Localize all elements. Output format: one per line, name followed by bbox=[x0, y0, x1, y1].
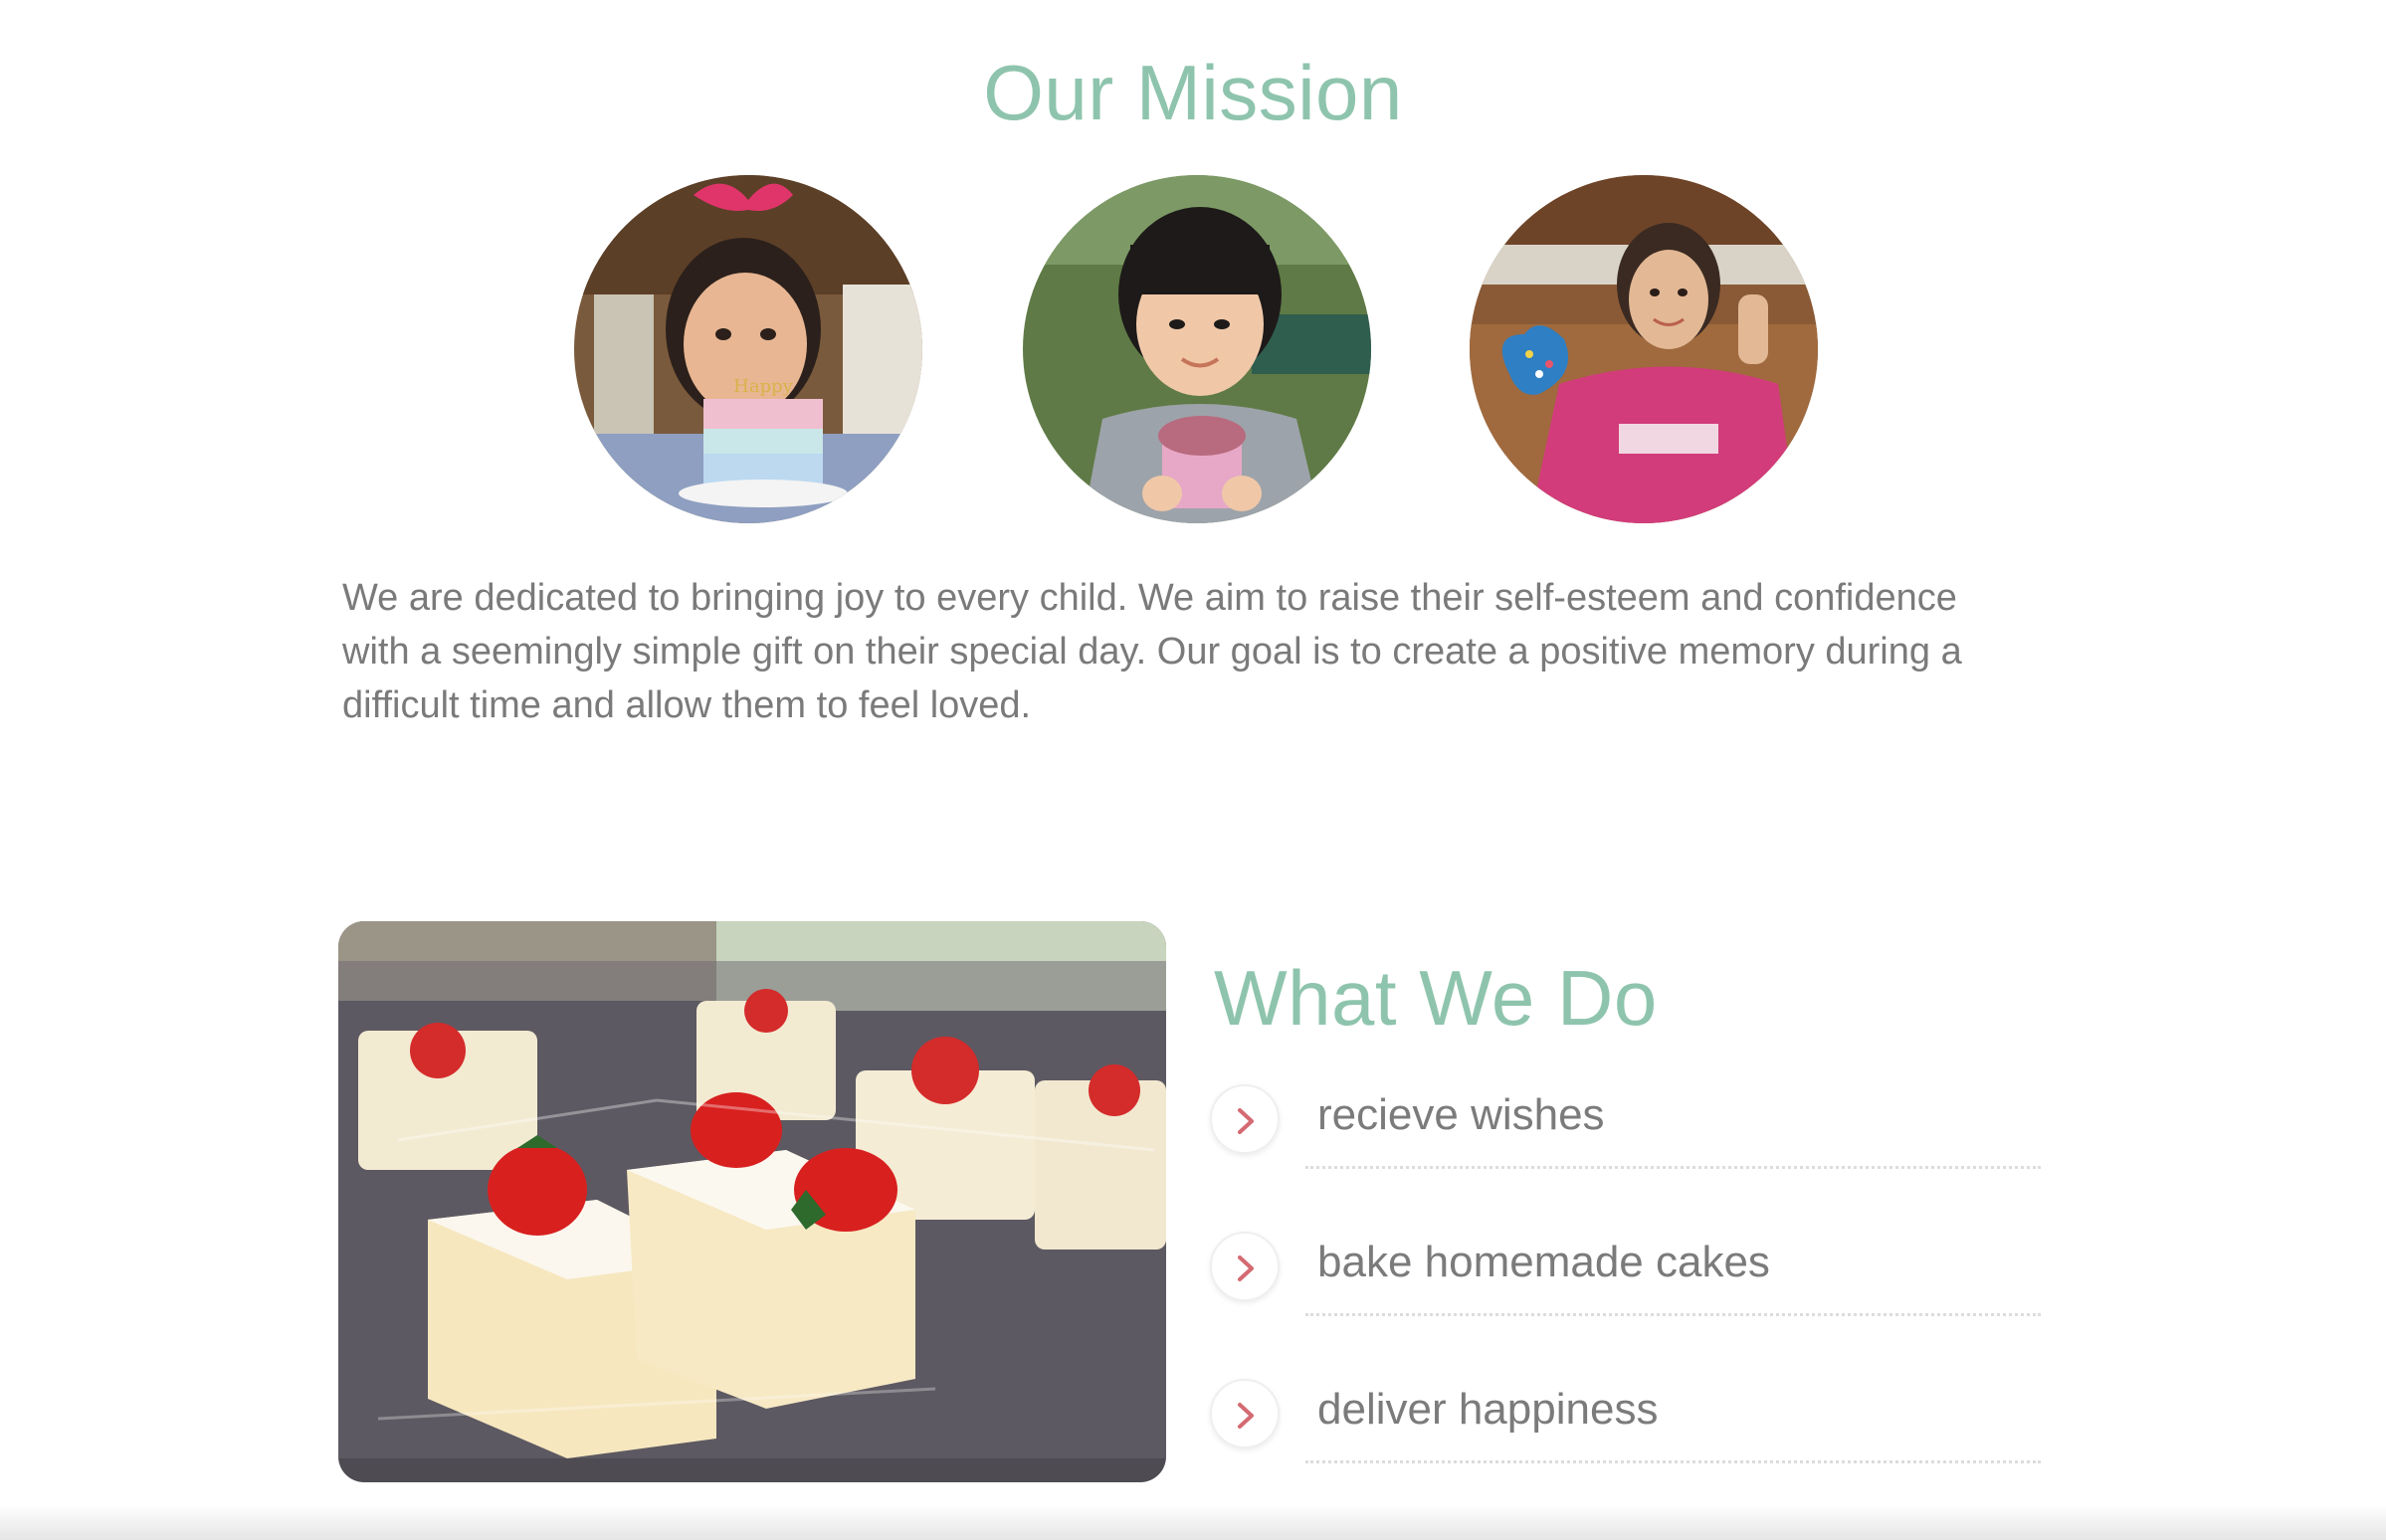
what-we-do-item-label: recieve wishes bbox=[1317, 1090, 1605, 1139]
chevron-right-icon bbox=[1210, 1379, 1280, 1448]
chevron-right-icon bbox=[1210, 1232, 1280, 1301]
dotted-divider bbox=[1305, 1166, 2041, 1169]
mission-photo-child-with-cupcake bbox=[1023, 175, 1371, 523]
what-we-do-item-label: deliver happiness bbox=[1317, 1385, 1659, 1434]
mission-photo-girl-with-cake: Happy bbox=[574, 175, 922, 523]
page-bottom-shadow bbox=[0, 1504, 2386, 1540]
chevron-right-icon bbox=[1210, 1084, 1280, 1154]
cakes-photo bbox=[338, 921, 1166, 1482]
mission-description: We are dedicated to bringing joy to ever… bbox=[342, 577, 1962, 726]
mission-title: Our Mission bbox=[983, 49, 1403, 136]
dotted-divider bbox=[1305, 1313, 2041, 1316]
what-we-do-title: What We Do bbox=[1214, 954, 1658, 1042]
mission-photo-girl-with-cookie bbox=[1470, 175, 1818, 523]
dotted-divider bbox=[1305, 1460, 2041, 1463]
what-we-do-item-label: bake homemade cakes bbox=[1317, 1238, 1770, 1286]
what-we-do-item-deliver-happiness: deliver happiness bbox=[1210, 1375, 2041, 1463]
what-we-do-item-receive-wishes: recieve wishes bbox=[1210, 1080, 2041, 1169]
svg-text:Happy: Happy bbox=[733, 376, 793, 397]
what-we-do-item-bake-cakes: bake homemade cakes bbox=[1210, 1228, 2041, 1316]
